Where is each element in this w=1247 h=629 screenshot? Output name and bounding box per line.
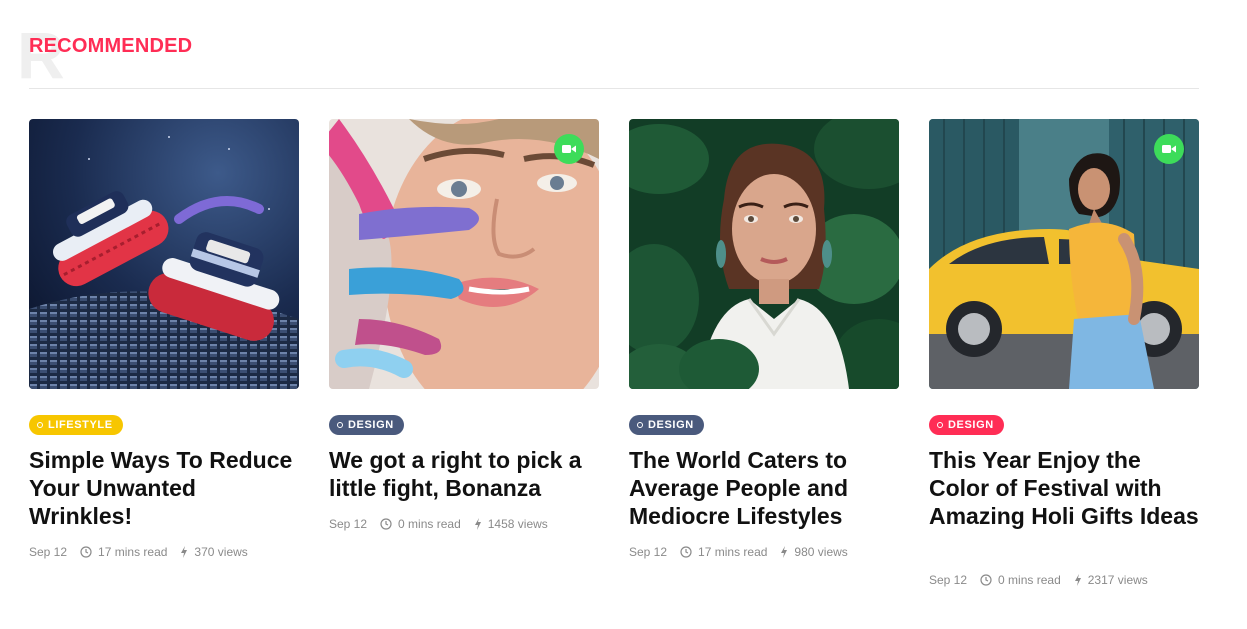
- article-thumbnail[interactable]: [629, 119, 899, 389]
- woman-in-leaves-image: [629, 119, 899, 389]
- article-date: Sep 12: [29, 545, 68, 559]
- bolt-icon: [181, 546, 188, 558]
- clock-icon: [380, 518, 392, 530]
- article-meta: Sep 12 17 mins read 370 views: [29, 545, 248, 559]
- clock-icon: [680, 546, 692, 558]
- section-title: RECOMMENDED: [29, 35, 193, 57]
- read-time: 17 mins read: [98, 545, 168, 559]
- section-header: R RECOMMENDED: [17, 22, 1199, 89]
- video-camera-icon: [1162, 145, 1176, 153]
- video-badge[interactable]: [1154, 134, 1184, 164]
- video-badge[interactable]: [554, 134, 584, 164]
- article-date: Sep 12: [629, 545, 668, 559]
- article-date: Sep 12: [329, 517, 368, 531]
- article-title[interactable]: Simple Ways To Reduce Your Unwanted Wrin…: [29, 446, 304, 530]
- article-card: LIFESTYLE Simple Ways To Reduce Your Unw…: [29, 119, 299, 559]
- category-label: DESIGN: [948, 419, 994, 431]
- article-meta: Sep 12 0 mins read 2317 views: [929, 573, 1148, 587]
- category-label: DESIGN: [348, 419, 394, 431]
- article-meta: Sep 12 0 mins read 1458 views: [329, 517, 548, 531]
- article-card: DESIGN We got a right to pick a little f…: [329, 119, 599, 531]
- video-camera-icon: [562, 145, 576, 153]
- article-meta: Sep 12 17 mins read 980 views: [629, 545, 848, 559]
- category-label: LIFESTYLE: [48, 419, 113, 431]
- article-thumbnail[interactable]: [29, 119, 299, 389]
- article-date: Sep 12: [929, 573, 968, 587]
- category-badge[interactable]: DESIGN: [929, 415, 1004, 435]
- sneakers-image: [29, 119, 299, 389]
- article-title[interactable]: We got a right to pick a little fight, B…: [329, 446, 604, 502]
- recommended-grid: LIFESTYLE Simple Ways To Reduce Your Unw…: [29, 119, 1199, 619]
- circle-icon: [337, 422, 343, 428]
- read-time: 17 mins read: [698, 545, 768, 559]
- article-title[interactable]: The World Caters to Average People and M…: [629, 446, 904, 530]
- view-count: 370 views: [194, 545, 248, 559]
- article-card: DESIGN This Year Enjoy the Color of Fest…: [929, 119, 1199, 587]
- article-thumbnail[interactable]: [329, 119, 599, 389]
- read-time: 0 mins read: [998, 573, 1061, 587]
- article-card: DESIGN The World Caters to Average Peopl…: [629, 119, 899, 559]
- bolt-icon: [474, 518, 481, 530]
- circle-icon: [637, 422, 643, 428]
- bolt-icon: [1074, 574, 1081, 586]
- article-title[interactable]: This Year Enjoy the Color of Festival wi…: [929, 446, 1204, 530]
- category-badge[interactable]: DESIGN: [629, 415, 704, 435]
- circle-icon: [37, 422, 43, 428]
- category-badge[interactable]: DESIGN: [329, 415, 404, 435]
- category-label: DESIGN: [648, 419, 694, 431]
- article-thumbnail[interactable]: [929, 119, 1199, 389]
- circle-icon: [937, 422, 943, 428]
- read-time: 0 mins read: [398, 517, 461, 531]
- view-count: 1458 views: [487, 517, 548, 531]
- clock-icon: [80, 546, 92, 558]
- view-count: 980 views: [794, 545, 848, 559]
- view-count: 2317 views: [1087, 573, 1148, 587]
- clock-icon: [980, 574, 992, 586]
- bolt-icon: [781, 546, 788, 558]
- category-badge[interactable]: LIFESTYLE: [29, 415, 123, 435]
